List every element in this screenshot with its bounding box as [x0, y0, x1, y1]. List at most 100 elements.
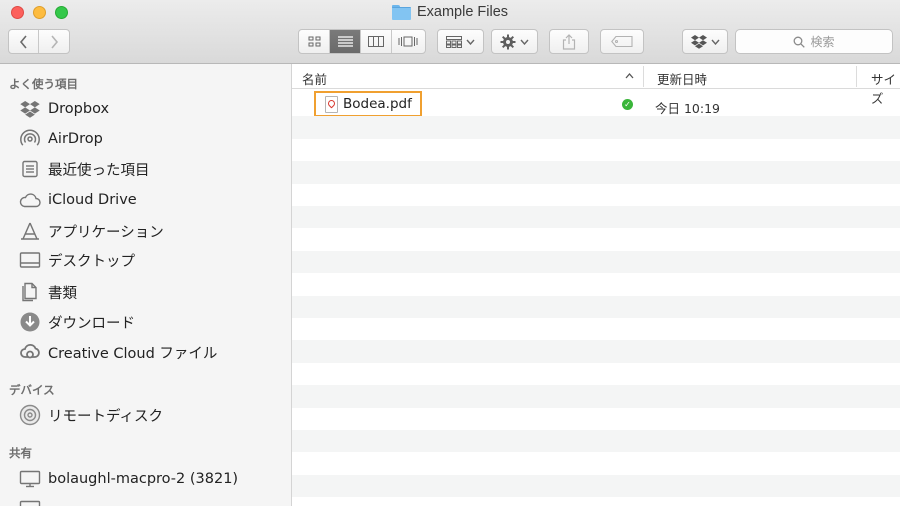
- sidebar-section-shared: 共有: [9, 446, 32, 460]
- sidebar-item-label: bolaughl-macpro-2 (3821): [48, 471, 239, 487]
- sidebar-item-shared-partial[interactable]: [0, 496, 291, 506]
- sidebar-item-desktop[interactable]: デスクトップ: [0, 247, 291, 273]
- chevron-down-icon: [710, 39, 720, 45]
- back-forward-group: [8, 29, 70, 54]
- empty-row: [292, 273, 900, 295]
- sidebar-item-label: Creative Cloud ファイル: [48, 345, 218, 362]
- file-name: Bodea.pdf: [343, 96, 412, 112]
- sidebar-item-dropbox[interactable]: Dropbox: [0, 96, 291, 122]
- sidebar-item-label: ダウンロード: [48, 315, 135, 332]
- empty-row: [292, 385, 900, 408]
- pdf-file-icon: [325, 95, 338, 113]
- sidebar-item-label: デスクトップ: [48, 253, 135, 270]
- column-view-button[interactable]: [361, 30, 392, 53]
- column-divider[interactable]: [643, 66, 644, 87]
- documents-icon: [19, 281, 41, 303]
- sidebar-item-downloads[interactable]: ダウンロード: [0, 309, 291, 335]
- window-title-text: Example Files: [416, 4, 509, 20]
- file-modified: 今日 10:19: [655, 101, 720, 116]
- file-name-cell[interactable]: Bodea.pdf: [314, 91, 422, 117]
- back-button[interactable]: [9, 30, 39, 53]
- sidebar-item-label: iCloud Drive: [48, 192, 137, 208]
- sync-status-icon: ✓: [622, 99, 633, 110]
- tag-icon: [611, 36, 633, 47]
- sidebar-item-label: リモートディスク: [48, 408, 163, 425]
- sidebar-item-creative-cloud[interactable]: Creative Cloud ファイル: [0, 339, 291, 365]
- columns-icon: [368, 36, 384, 47]
- chevron-left-icon: [19, 34, 27, 49]
- chevron-down-icon: [520, 39, 529, 45]
- file-list: 名前 更新日時 サイズ Bodea.pdf ✓ 今日 10:19: [292, 64, 900, 506]
- window-toolbar: Example Files 検索: [0, 0, 900, 64]
- sidebar-item-shared-computer[interactable]: bolaughl-macpro-2 (3821): [0, 466, 291, 492]
- search-field[interactable]: 検索: [735, 29, 893, 54]
- computer-icon: [19, 468, 41, 490]
- gear-icon: [500, 34, 516, 49]
- search-placeholder: 検索: [810, 35, 835, 49]
- sidebar-item-applications[interactable]: アプリケーション: [0, 218, 291, 244]
- column-divider[interactable]: [856, 66, 857, 87]
- empty-row: [292, 228, 900, 250]
- remote-disc-icon: [19, 404, 41, 426]
- sidebar-item-label: 書類: [48, 285, 77, 302]
- forward-button[interactable]: [39, 30, 69, 53]
- share-button[interactable]: [549, 29, 589, 54]
- dropbox-icon: [690, 34, 707, 49]
- empty-row: [292, 184, 900, 206]
- empty-row: [292, 340, 900, 363]
- arrange-grid-icon: [446, 35, 462, 48]
- computer-icon: [19, 498, 41, 506]
- window-title: Example Files: [0, 4, 900, 20]
- chevron-right-icon: [51, 34, 59, 49]
- sort-ascending-icon: [625, 73, 634, 79]
- list-view-button[interactable]: [330, 30, 361, 53]
- sidebar-item-label: AirDrop: [48, 131, 103, 147]
- empty-row: [292, 206, 900, 229]
- column-header-modified[interactable]: 更新日時: [657, 69, 707, 88]
- empty-row: [292, 295, 900, 318]
- sidebar-section-favorites: よく使う項目: [9, 77, 78, 91]
- sidebar-section-devices: デバイス: [9, 383, 55, 397]
- tag-button[interactable]: [600, 29, 644, 54]
- sidebar-item-documents[interactable]: 書類: [0, 279, 291, 305]
- share-icon: [562, 33, 576, 50]
- sidebar-item-airdrop[interactable]: AirDrop: [0, 126, 291, 152]
- sidebar-item-remote-disc[interactable]: リモートディスク: [0, 402, 291, 428]
- column-header-name[interactable]: 名前: [302, 69, 327, 88]
- empty-row: [292, 250, 900, 274]
- icon-grid-icon: [308, 36, 320, 47]
- sidebar-item-label: アプリケーション: [48, 224, 164, 241]
- empty-row: [292, 497, 900, 506]
- cloud-icon: [19, 189, 41, 211]
- cover-flow-icon: [398, 36, 417, 47]
- search-icon: [794, 36, 806, 48]
- empty-row: [292, 139, 900, 161]
- sidebar-item-label: Dropbox: [48, 101, 110, 117]
- icon-view-button[interactable]: [299, 30, 330, 53]
- action-menu-button[interactable]: [491, 29, 538, 54]
- empty-row: [292, 161, 900, 184]
- creative-cloud-icon: [19, 341, 41, 363]
- desktop-icon: [19, 249, 41, 271]
- empty-row: [292, 452, 900, 474]
- sidebar-item-recents[interactable]: 最近使った項目: [0, 156, 291, 182]
- applications-icon: [19, 220, 41, 242]
- empty-row: [292, 318, 900, 340]
- view-mode-control: [298, 29, 426, 54]
- list-lines-icon: [337, 36, 353, 47]
- sidebar: よく使う項目 Dropbox AirDrop 最近使った項目 iCloud Dr…: [0, 64, 292, 506]
- empty-row: [292, 116, 900, 139]
- chevron-down-icon: [466, 39, 475, 45]
- dropbox-menu-button[interactable]: [682, 29, 728, 54]
- gallery-view-button[interactable]: [392, 30, 423, 53]
- folder-icon: [391, 5, 411, 20]
- sidebar-item-label: 最近使った項目: [48, 162, 150, 179]
- arrange-button[interactable]: [437, 29, 484, 54]
- sidebar-item-icloud-drive[interactable]: iCloud Drive: [0, 187, 291, 213]
- dropbox-icon: [19, 98, 41, 120]
- downloads-icon: [19, 311, 41, 333]
- column-header-row: 名前 更新日時 サイズ: [292, 64, 900, 106]
- empty-row: [292, 408, 900, 430]
- empty-row: [292, 474, 900, 498]
- file-row[interactable]: Bodea.pdf ✓ 今日 10:19: [292, 91, 900, 117]
